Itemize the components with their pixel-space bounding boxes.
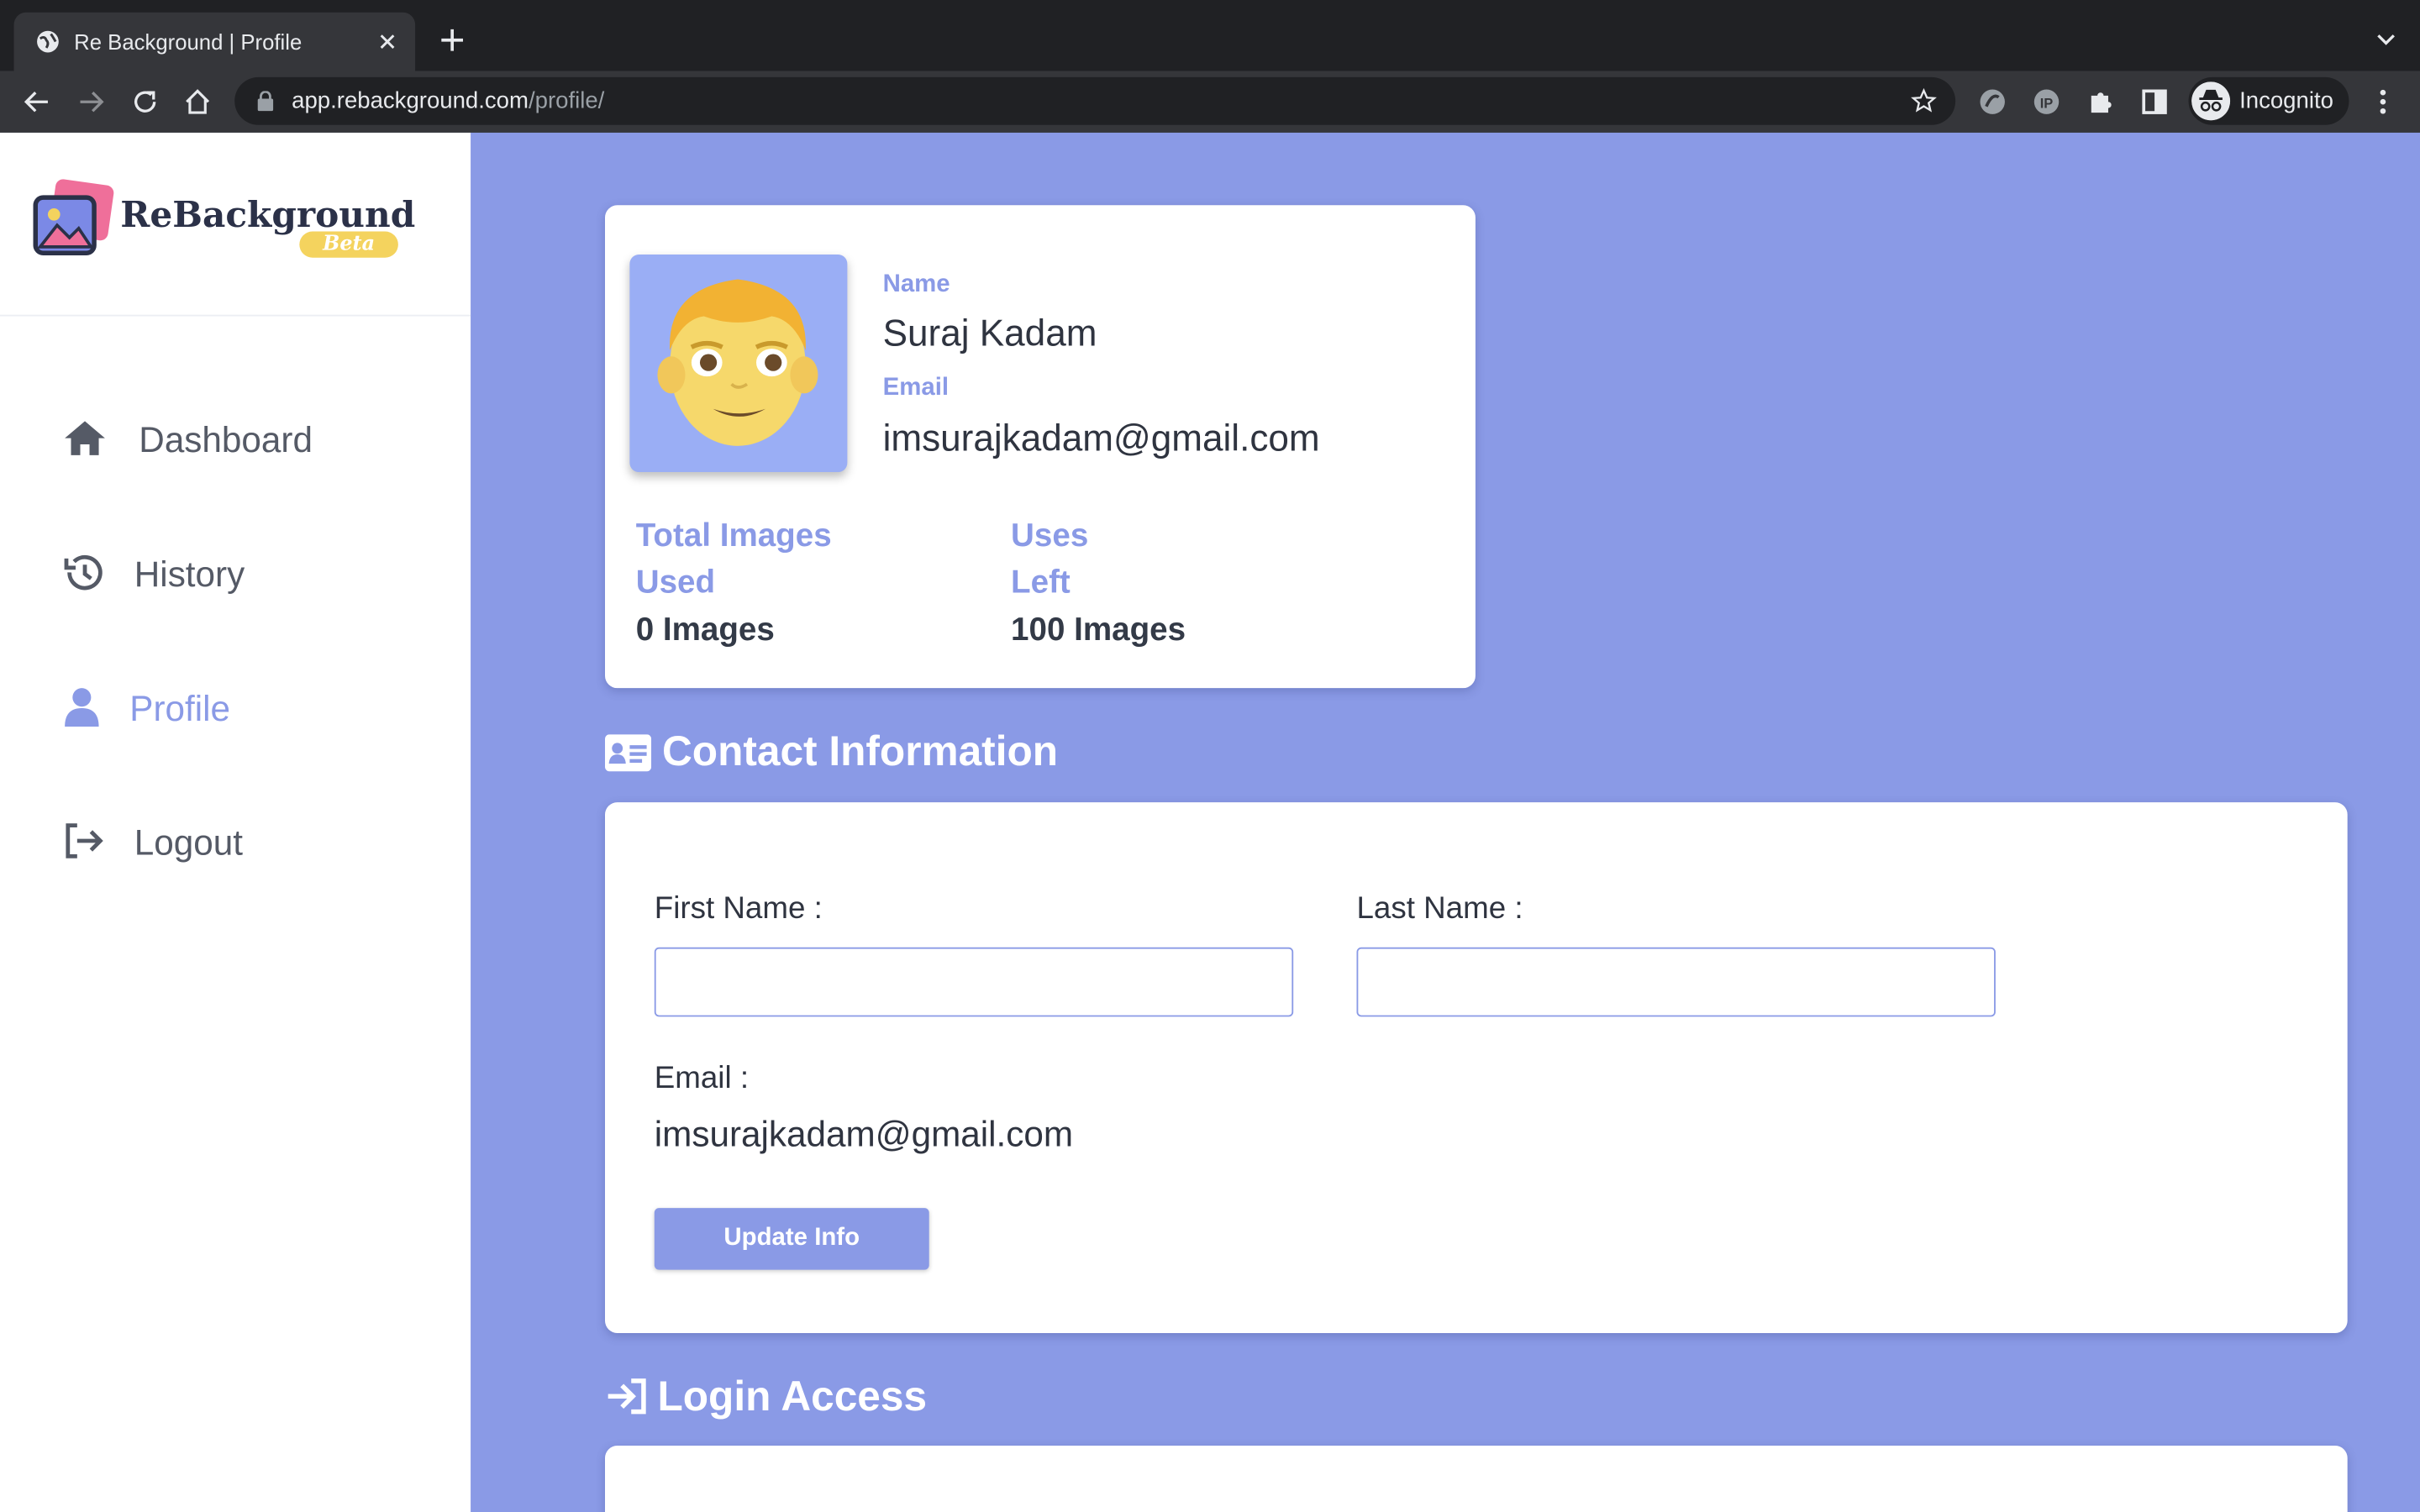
beta-badge: Beta xyxy=(299,231,398,258)
lock-icon xyxy=(257,91,274,112)
close-icon[interactable] xyxy=(372,26,403,57)
email-label: Email xyxy=(882,375,950,402)
incognito-icon xyxy=(2191,81,2231,121)
ip-extension-icon[interactable]: IP xyxy=(2031,87,2062,118)
last-name-input[interactable] xyxy=(1356,947,1996,1017)
update-info-button[interactable]: Update Info xyxy=(654,1208,929,1270)
profile-email: imsurajkadam@gmail.com xyxy=(882,417,1320,460)
login-access-card xyxy=(605,1446,2348,1512)
sidebar-item-label: Logout xyxy=(134,822,244,863)
uses-left-label: Uses Left xyxy=(1011,514,1088,606)
logout-icon xyxy=(66,823,103,858)
logo[interactable]: ReBackground Beta xyxy=(31,179,417,271)
uses-left-value: 100 Images xyxy=(1011,612,1186,648)
url-text: app.rebackground.com/profile/ xyxy=(292,88,604,114)
profile-name: Suraj Kadam xyxy=(882,312,1097,355)
reload-icon[interactable] xyxy=(129,87,160,118)
sidebar-divider xyxy=(0,314,471,317)
logo-text: ReBackground xyxy=(120,194,416,237)
login-access-title: Login Access xyxy=(657,1373,928,1420)
profile-card: Name Suraj Kadam Email imsurajkadam@gmai… xyxy=(605,205,1476,689)
sidebar-item-logout[interactable]: Logout xyxy=(61,810,432,871)
contact-card: First Name : Last Name : Email : imsuraj… xyxy=(605,802,2348,1333)
sidebar-item-label: Dashboard xyxy=(139,419,313,460)
first-name-input[interactable] xyxy=(654,947,1294,1017)
uses-left-label-line2: Left xyxy=(1011,564,1071,601)
sidebar-item-profile[interactable]: Profile xyxy=(61,675,432,737)
last-name-label: Last Name : xyxy=(1356,891,1523,927)
more-vertical-icon[interactable] xyxy=(2370,87,2395,118)
forward-arrow-icon[interactable] xyxy=(76,87,107,118)
email-form-label: Email : xyxy=(654,1061,750,1096)
name-label: Name xyxy=(882,271,950,298)
sidebar-item-label: Profile xyxy=(129,688,231,728)
tab-title: Re Background | Profile xyxy=(74,29,302,55)
browser-toolbar: app.rebackground.com/profile/ IP Incogni… xyxy=(0,71,2420,133)
sidebar-item-label: History xyxy=(134,554,245,595)
id-card-icon xyxy=(605,734,652,772)
sidebar-item-dashboard[interactable]: Dashboard xyxy=(61,407,432,469)
logo-image-icon xyxy=(33,179,114,255)
incognito-label: Incognito xyxy=(2239,87,2333,114)
extension-swirl-icon[interactable] xyxy=(1977,87,2008,118)
globe-icon xyxy=(37,30,59,53)
total-images-value: 0 Images xyxy=(635,612,775,648)
home-button-icon[interactable] xyxy=(182,87,213,118)
email-value: imsurajkadam@gmail.com xyxy=(654,1114,1074,1154)
browser-tabstrip: Re Background | Profile xyxy=(0,0,2420,71)
new-tab-icon[interactable] xyxy=(437,24,468,55)
avatar xyxy=(629,255,848,473)
side-panel-icon[interactable] xyxy=(2139,87,2170,118)
login-icon xyxy=(608,1378,646,1415)
browser-tab[interactable]: Re Background | Profile xyxy=(13,12,416,71)
incognito-badge[interactable]: Incognito xyxy=(2188,76,2349,125)
url-host: app.rebackground.com xyxy=(292,87,529,114)
svg-text:IP: IP xyxy=(2040,96,2054,112)
man-face-icon xyxy=(657,279,818,446)
address-bar[interactable]: app.rebackground.com/profile/ xyxy=(234,76,1956,125)
total-images-label-line2: Used xyxy=(635,564,716,601)
page: Re Background | Profile app.rebackground… xyxy=(0,0,2420,1512)
sidebar-item-history[interactable]: History xyxy=(61,542,432,603)
contact-info-title: Contact Information xyxy=(661,727,1059,775)
first-name-label: First Name : xyxy=(654,891,823,927)
star-icon[interactable] xyxy=(1911,87,1937,114)
back-arrow-icon[interactable] xyxy=(22,87,53,118)
puzzle-icon[interactable] xyxy=(2085,87,2116,118)
user-icon xyxy=(65,688,99,727)
url-path: /profile/ xyxy=(528,87,605,114)
uses-left-label-line1: Uses xyxy=(1011,518,1089,554)
main-content: Name Suraj Kadam Email imsurajkadam@gmai… xyxy=(471,132,2420,1512)
history-icon xyxy=(64,554,103,591)
chevron-down-icon[interactable] xyxy=(2374,28,2398,52)
total-images-label-line1: Total Images xyxy=(635,518,832,554)
sidebar: ReBackground Beta Dashboard History Prof… xyxy=(0,132,471,1512)
total-images-label: Total Images Used xyxy=(636,514,832,606)
home-icon xyxy=(65,421,105,455)
